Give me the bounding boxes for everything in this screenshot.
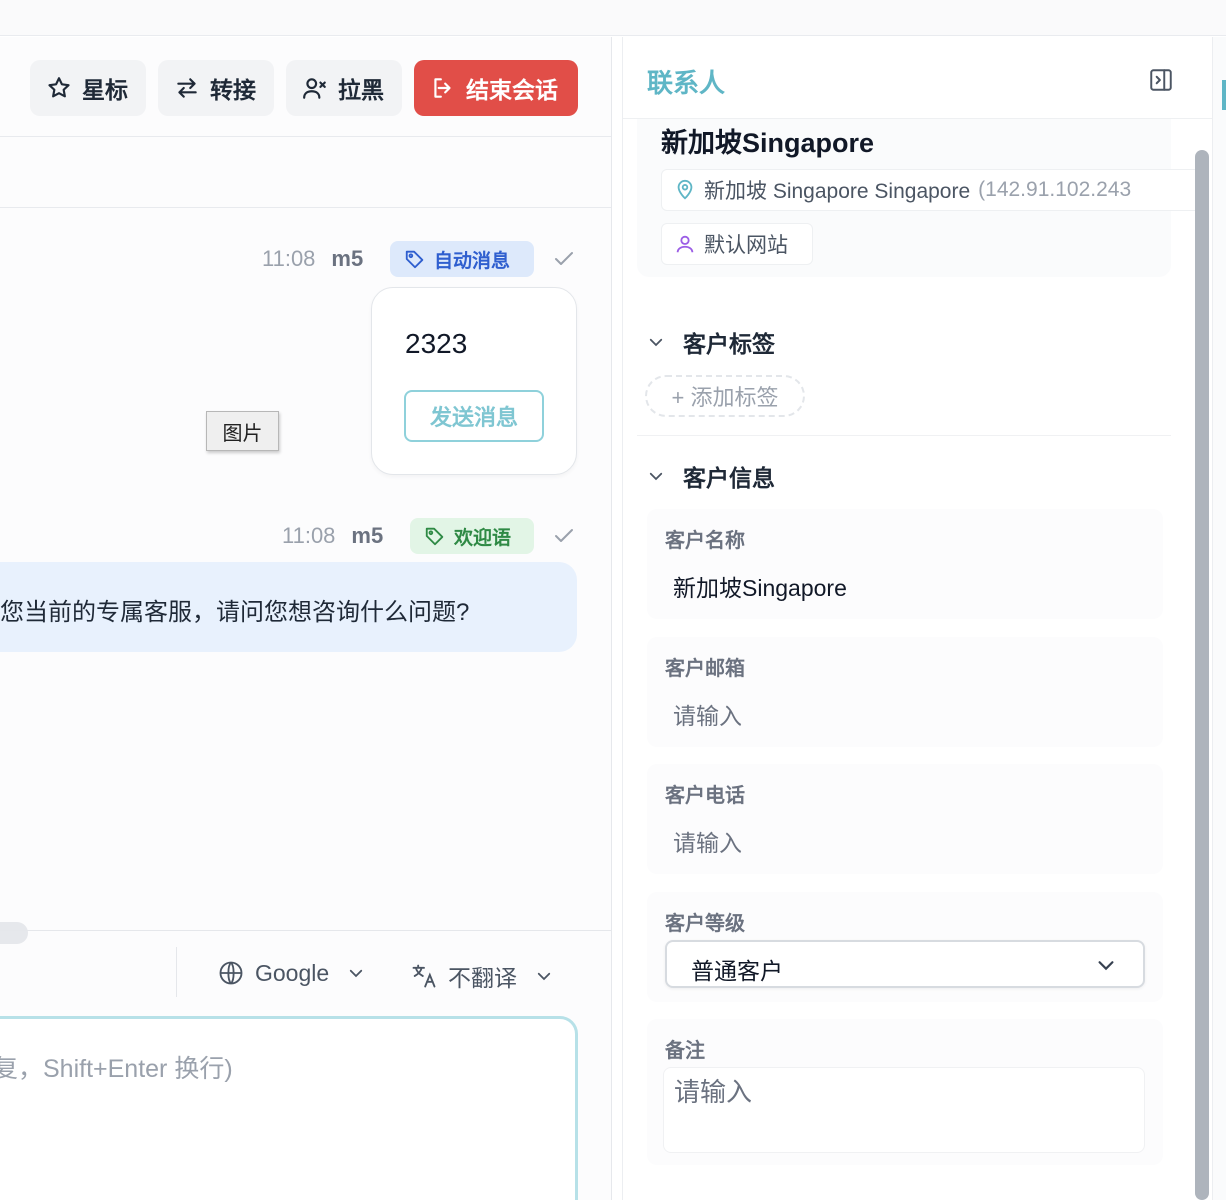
message-meta: 11:08 m5 xyxy=(282,523,383,549)
panel-header: 联系人 xyxy=(623,37,1213,119)
customer-level-select[interactable]: 普通客户 xyxy=(665,940,1145,988)
customer-phone-label: 客户电话 xyxy=(665,785,745,807)
contact-summary: 新加坡Singapore 新加坡 Singapore Singapore (14… xyxy=(637,119,1201,277)
message-time: 11:08 xyxy=(282,523,336,548)
message-sender: m5 xyxy=(331,246,364,271)
customer-phone-field: 客户电话 请输入 xyxy=(647,764,1163,874)
send-message-button[interactable]: 发送消息 xyxy=(404,390,544,442)
side-edge xyxy=(1212,37,1226,1200)
star-icon xyxy=(48,77,70,98)
message-sender: m5 xyxy=(351,523,384,548)
star-label: 星标 xyxy=(82,77,128,103)
translate-icon xyxy=(412,964,436,988)
block-label: 拉黑 xyxy=(338,77,384,103)
customer-name-field: 客户名称 新加坡Singapore xyxy=(647,509,1163,619)
message-bubble: 您当前的专属客服，请问您想咨询什么问题? xyxy=(0,562,577,652)
engine-select[interactable]: Google xyxy=(217,959,365,987)
location-pin-icon xyxy=(677,179,693,200)
tag-icon xyxy=(425,527,444,546)
contact-panel: 联系人 新加坡Singapore 新加坡 Singapore Singapore… xyxy=(622,37,1213,1200)
customer-email-input[interactable]: 请输入 xyxy=(673,697,742,731)
customer-name-label: 客户名称 xyxy=(665,530,745,552)
side-edge-accent xyxy=(1222,80,1226,110)
auto-message-tag: 自动消息 xyxy=(390,241,534,277)
end-session-label: 结束会话 xyxy=(466,77,558,103)
section-divider xyxy=(637,435,1171,436)
message-input[interactable]: 复，Shift+Enter 换行) xyxy=(0,1016,578,1200)
engine-label: Google xyxy=(255,959,330,986)
horizontal-scrollbar[interactable] xyxy=(0,922,28,944)
star-button[interactable]: 星标 xyxy=(30,60,146,116)
message-meta: 11:08 m5 xyxy=(262,246,363,272)
customer-level-value: 普通客户 xyxy=(691,958,783,984)
customer-email-field: 客户邮箱 请输入 xyxy=(647,637,1163,747)
auto-message-tag-label: 自动消息 xyxy=(434,250,511,272)
chevron-down-icon xyxy=(649,472,663,481)
toolbar-divider xyxy=(0,136,611,137)
location-text: 新加坡 Singapore Singapore xyxy=(704,180,971,203)
ip-address: (142.91.102.243 xyxy=(978,178,1132,201)
customer-email-label: 客户邮箱 xyxy=(665,658,745,680)
composer-divider xyxy=(0,930,611,931)
customer-level-field: 客户等级 普通客户 xyxy=(647,892,1163,1002)
message-time: 11:08 xyxy=(262,246,316,271)
chevron-down-icon xyxy=(649,338,663,347)
customer-level-label: 客户等级 xyxy=(665,913,745,935)
translate-select[interactable]: 不翻译 xyxy=(410,959,553,993)
subheader-divider xyxy=(0,207,611,208)
note-placeholder: 请输入 xyxy=(674,1077,753,1107)
translate-label: 不翻译 xyxy=(448,965,517,991)
add-tag-button[interactable]: + 添加标签 xyxy=(645,375,805,417)
info-section-toggle[interactable]: 客户信息 xyxy=(647,459,775,493)
composer-vertical-divider xyxy=(176,947,177,997)
message-card: 2323 发送消息 xyxy=(371,287,577,475)
chevron-down-icon xyxy=(1098,961,1114,971)
transfer-button[interactable]: 转接 xyxy=(158,60,274,116)
image-tooltip: 图片 xyxy=(206,411,279,451)
info-section-title: 客户信息 xyxy=(683,465,775,491)
user-block-icon xyxy=(303,78,326,99)
welcome-tag-label: 欢迎语 xyxy=(454,527,512,549)
transfer-icon xyxy=(177,78,197,98)
globe-icon xyxy=(219,961,243,985)
contact-name: 新加坡Singapore xyxy=(661,128,875,158)
location-chip: 新加坡 Singapore Singapore (142.91.102.243 xyxy=(661,169,1201,211)
collapse-panel-icon[interactable] xyxy=(1148,67,1174,93)
welcome-tag: 欢迎语 xyxy=(410,518,534,554)
tags-section-title: 客户标签 xyxy=(683,331,775,357)
customer-phone-input[interactable]: 请输入 xyxy=(673,824,742,858)
chevron-down-icon xyxy=(537,972,551,981)
note-label: 备注 xyxy=(665,1040,705,1062)
user-icon xyxy=(676,235,694,253)
end-session-button[interactable]: 结束会话 xyxy=(414,60,578,116)
chevron-down-icon xyxy=(350,969,363,978)
check-icon xyxy=(555,529,573,542)
vertical-scrollbar[interactable] xyxy=(1195,150,1209,1200)
check-icon xyxy=(555,252,573,265)
tag-icon xyxy=(405,250,424,269)
message-input-placeholder: 复，Shift+Enter 换行) xyxy=(0,1055,233,1083)
block-button[interactable]: 拉黑 xyxy=(286,60,402,116)
transfer-label: 转接 xyxy=(210,77,256,103)
customer-name-input[interactable]: 新加坡Singapore xyxy=(673,569,847,603)
site-chip: 默认网站 xyxy=(661,223,813,265)
logout-icon xyxy=(434,78,451,98)
panel-title: 联系人 xyxy=(647,68,726,98)
site-text: 默认网站 xyxy=(704,234,788,257)
note-field: 备注 请输入 xyxy=(647,1019,1163,1165)
top-strip xyxy=(0,0,1226,36)
note-textarea[interactable]: 请输入 xyxy=(663,1067,1145,1153)
tags-section-toggle[interactable]: 客户标签 xyxy=(647,325,775,359)
card-text: 2323 xyxy=(405,328,468,359)
chat-panel: 星标 转接 拉黑 结束会话 11:08 m5 自动消息 2323 发送消息 图片 … xyxy=(0,37,612,1200)
